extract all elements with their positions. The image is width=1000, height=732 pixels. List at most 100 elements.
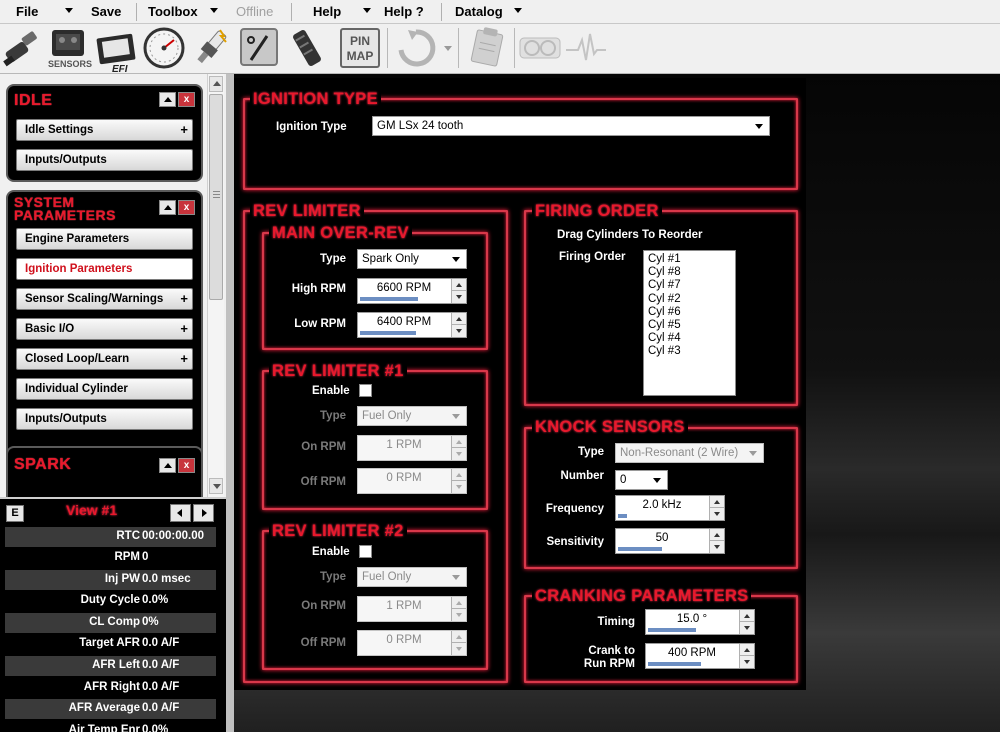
spin-up-icon[interactable] — [710, 496, 724, 508]
close-icon[interactable]: x — [178, 92, 195, 107]
spinner-buttons[interactable] — [451, 631, 466, 655]
spin-down-icon[interactable] — [740, 622, 754, 634]
spinner-buttons[interactable] — [739, 610, 754, 634]
spin-down-icon[interactable] — [452, 325, 466, 337]
knock-sensitivity-spinner[interactable]: 50 — [615, 528, 725, 554]
rev-limiter-1-enable-checkbox[interactable] — [359, 384, 372, 397]
menu-help[interactable]: Help — [313, 4, 341, 19]
chevron-down-icon[interactable] — [650, 472, 664, 488]
scroll-up-icon[interactable] — [209, 76, 223, 92]
cranking-crank-rpm-spinner[interactable]: 400 RPM — [645, 643, 755, 669]
collapse-icon[interactable] — [159, 200, 176, 215]
rev-limiter-2-enable-checkbox[interactable] — [359, 545, 372, 558]
menu-help-question[interactable]: Help ? — [384, 4, 424, 19]
sidebar-item-idle-settings[interactable]: Idle Settings + — [16, 119, 193, 141]
spinner-buttons[interactable] — [739, 644, 754, 668]
knock-frequency-spinner[interactable]: 2.0 kHz — [615, 495, 725, 521]
menu-file[interactable]: File — [16, 4, 38, 19]
chevron-down-icon[interactable] — [363, 8, 371, 13]
spin-up-icon[interactable] — [710, 529, 724, 541]
rev-limiter-2-on-rpm-spinner[interactable]: 1 RPM — [357, 596, 467, 622]
sidebar-item-closed-loop-learn[interactable]: Closed Loop/Learn + — [16, 348, 193, 370]
spin-down-icon[interactable] — [452, 481, 466, 493]
spin-up-icon[interactable] — [452, 631, 466, 643]
spinner-buttons[interactable] — [451, 279, 466, 303]
injector-icon[interactable] — [2, 26, 42, 70]
view-e-button[interactable]: E — [6, 505, 24, 522]
menu-toolbox[interactable]: Toolbox — [148, 4, 198, 19]
spinner-buttons[interactable] — [709, 496, 724, 520]
rev-limiter-1-off-rpm-spinner[interactable]: 0 RPM — [357, 468, 467, 494]
menu-datalog[interactable]: Datalog — [455, 4, 503, 19]
spin-up-icon[interactable] — [740, 644, 754, 656]
spinner-buttons[interactable] — [709, 529, 724, 553]
scroll-down-icon[interactable] — [209, 478, 223, 494]
sidebar-item-idle-inputs-outputs[interactable]: Inputs/Outputs — [16, 149, 193, 171]
firing-order-list[interactable]: Cyl #1 Cyl #8 Cyl #7 Cyl #2 Cyl #6 Cyl #… — [643, 250, 736, 396]
throttle-pedal-icon[interactable] — [286, 26, 332, 70]
ignition-percent-icon[interactable] — [238, 26, 282, 70]
knock-number-select[interactable]: 0 — [615, 470, 668, 490]
chevron-down-icon[interactable] — [449, 251, 463, 267]
chevron-down-icon[interactable] — [752, 118, 766, 134]
ignition-type-select[interactable]: GM LSx 24 tooth — [372, 116, 770, 136]
cylinder-item[interactable]: Cyl #4 — [648, 332, 735, 345]
clipboard-icon[interactable] — [464, 26, 510, 70]
menu-dropdown-icon[interactable] — [65, 8, 73, 13]
collapse-icon[interactable] — [159, 458, 176, 473]
cylinder-item[interactable]: Cyl #5 — [648, 319, 735, 332]
main-type-select[interactable]: Spark Only — [357, 249, 467, 269]
sidebar-scrollbar[interactable] — [207, 74, 224, 498]
spin-down-icon[interactable] — [740, 656, 754, 668]
chevron-down-icon[interactable] — [444, 46, 452, 51]
rev-limiter-1-type-select[interactable]: Fuel Only — [357, 406, 467, 426]
pin-map-icon[interactable]: PIN MAP — [340, 28, 380, 68]
sidebar-item-system-inputs-outputs[interactable]: Inputs/Outputs — [16, 408, 193, 430]
chevron-down-icon[interactable] — [449, 569, 463, 585]
refresh-icon[interactable] — [394, 26, 438, 70]
spinner-buttons[interactable] — [451, 597, 466, 621]
rev-limiter-2-off-rpm-spinner[interactable]: 0 RPM — [357, 630, 467, 656]
cylinder-item[interactable]: Cyl #3 — [648, 345, 735, 358]
spin-up-icon[interactable] — [740, 610, 754, 622]
rev-limiter-1-on-rpm-spinner[interactable]: 1 RPM — [357, 435, 467, 461]
sidebar-item-individual-cylinder[interactable]: Individual Cylinder — [16, 378, 193, 400]
spin-up-icon[interactable] — [452, 436, 466, 448]
spin-up-icon[interactable] — [452, 597, 466, 609]
menu-save[interactable]: Save — [91, 4, 121, 19]
heartbeat-icon[interactable] — [564, 26, 608, 70]
spin-up-icon[interactable] — [452, 469, 466, 481]
chevron-down-icon[interactable] — [746, 445, 760, 461]
view-prev-button[interactable] — [170, 504, 191, 522]
knock-type-select[interactable]: Non-Resonant (2 Wire) — [615, 443, 764, 463]
chevron-down-icon[interactable] — [210, 8, 218, 13]
gauge-icon[interactable] — [142, 26, 186, 70]
spin-down-icon[interactable] — [710, 508, 724, 520]
cylinder-item[interactable]: Cyl #6 — [648, 306, 735, 319]
spinner-buttons[interactable] — [451, 313, 466, 337]
chevron-down-icon[interactable] — [514, 8, 522, 13]
spin-down-icon[interactable] — [710, 541, 724, 553]
spin-down-icon[interactable] — [452, 291, 466, 303]
sidebar-item-ignition-parameters[interactable]: Ignition Parameters — [16, 258, 193, 280]
dash-gauges-icon[interactable] — [518, 26, 562, 70]
sidebar-item-engine-parameters[interactable]: Engine Parameters — [16, 228, 193, 250]
collapse-icon[interactable] — [159, 92, 176, 107]
spin-up-icon[interactable] — [452, 279, 466, 291]
spark-plug-icon[interactable] — [190, 26, 234, 70]
cranking-timing-spinner[interactable]: 15.0 ° — [645, 609, 755, 635]
cylinder-item[interactable]: Cyl #8 — [648, 266, 735, 279]
spin-up-icon[interactable] — [452, 313, 466, 325]
close-icon[interactable]: x — [178, 458, 195, 473]
view-next-button[interactable] — [193, 504, 214, 522]
chevron-down-icon[interactable] — [449, 408, 463, 424]
main-low-rpm-spinner[interactable]: 6400 RPM — [357, 312, 467, 338]
cylinder-item[interactable]: Cyl #1 — [648, 253, 735, 266]
rev-limiter-2-type-select[interactable]: Fuel Only — [357, 567, 467, 587]
sidebar-item-basic-io[interactable]: Basic I/O + — [16, 318, 193, 340]
scroll-thumb[interactable] — [209, 94, 223, 300]
main-high-rpm-spinner[interactable]: 6600 RPM — [357, 278, 467, 304]
spinner-buttons[interactable] — [451, 469, 466, 493]
close-icon[interactable]: x — [178, 200, 195, 215]
spin-down-icon[interactable] — [452, 609, 466, 621]
